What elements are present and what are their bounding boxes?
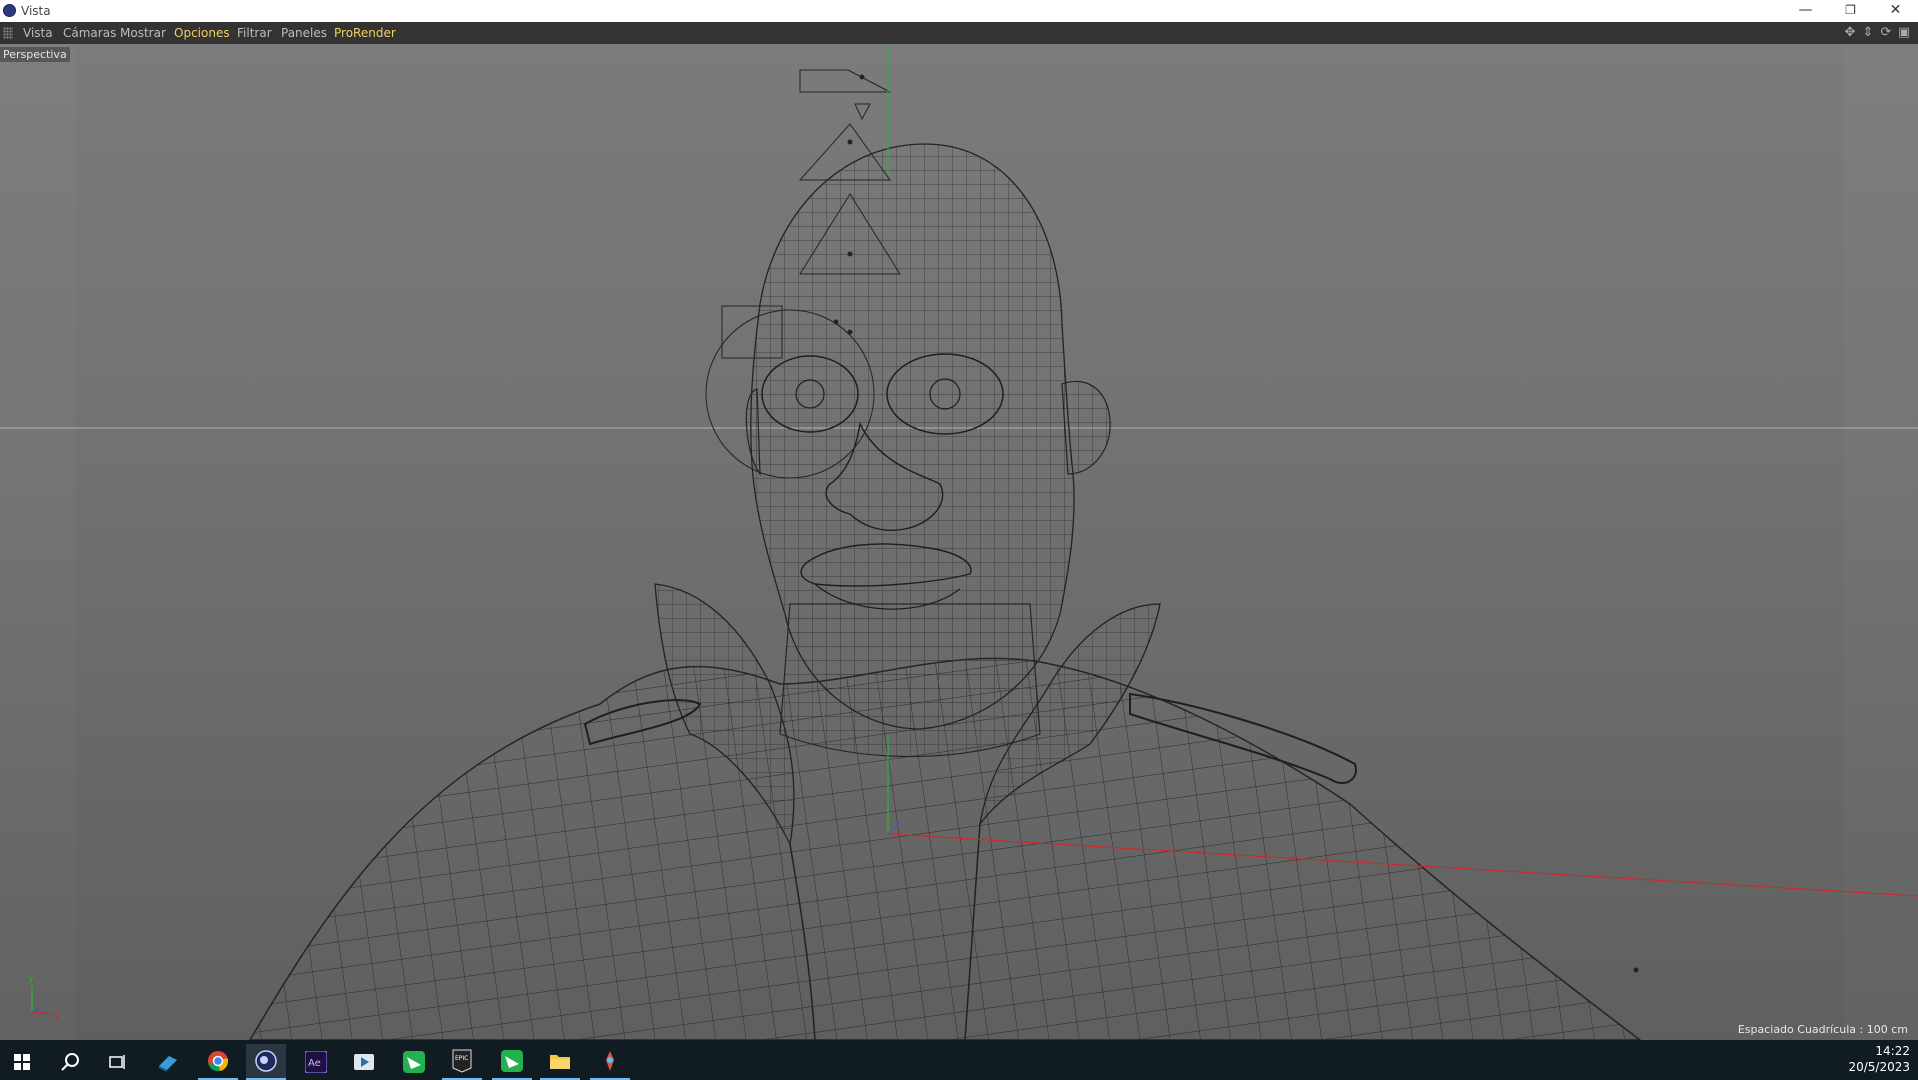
svg-text:EPIC: EPIC — [455, 1055, 468, 1062]
menu-filtrar[interactable]: Filtrar — [237, 26, 272, 40]
menu-vista[interactable]: Vista — [23, 26, 53, 40]
cinema4d-icon[interactable] — [246, 1044, 286, 1080]
wireframe-scene — [0, 44, 1918, 1040]
menu-mostrar[interactable]: Mostrar — [120, 26, 166, 40]
window-titlebar: Vista — ❐ ✕ — [0, 0, 1918, 22]
after-effects-icon[interactable]: Ae — [296, 1044, 336, 1080]
axis-x-label: X — [54, 1013, 60, 1023]
zoom-view-icon[interactable]: ⇕ — [1860, 25, 1876, 40]
media-player-icon[interactable] — [344, 1044, 384, 1080]
paint-icon[interactable] — [590, 1044, 630, 1080]
move-view-icon[interactable]: ✥ — [1842, 25, 1858, 40]
axis-y-label: Y — [27, 976, 34, 986]
menu-opciones[interactable]: Opciones — [174, 26, 230, 40]
epic-games-icon[interactable]: EPIC — [442, 1044, 482, 1080]
maximize-view-icon[interactable]: ▣ — [1896, 25, 1912, 40]
3d-viewport[interactable]: Perspectiva Y X Espaciado Cuadrícula : 1… — [0, 44, 1918, 1040]
camera-label[interactable]: Perspectiva — [0, 47, 70, 62]
viewport-menubar: Vista Cámaras Mostrar Opciones Filtrar P… — [0, 22, 1918, 44]
windows-taskbar: Ae EPIC 14:22 20/5/2023 — [0, 1040, 1918, 1080]
windows-start-icon[interactable] — [2, 1044, 42, 1080]
cinema4d-logo-icon — [3, 4, 16, 17]
green-app-icon[interactable] — [394, 1044, 434, 1080]
rotate-view-icon[interactable]: ⟳ — [1878, 25, 1894, 40]
menu-prorender[interactable]: ProRender — [334, 26, 396, 40]
system-clock[interactable]: 14:22 20/5/2023 — [1848, 1043, 1910, 1075]
menu-camaras[interactable]: Cámaras — [63, 26, 116, 40]
axis-indicator: Y X — [27, 976, 60, 1023]
restore-button[interactable]: ❐ — [1828, 0, 1873, 22]
close-button[interactable]: ✕ — [1873, 0, 1918, 22]
clock-date: 20/5/2023 — [1848, 1060, 1910, 1074]
green-app-icon-2[interactable] — [492, 1044, 532, 1080]
grid-spacing-label: Espaciado Cuadrícula : 100 cm — [1737, 1023, 1908, 1036]
chrome-icon[interactable] — [198, 1044, 238, 1080]
minimize-button[interactable]: — — [1783, 0, 1828, 22]
menu-paneles[interactable]: Paneles — [281, 26, 327, 40]
search-icon[interactable] — [50, 1044, 90, 1080]
clock-time: 14:22 — [1875, 1044, 1910, 1058]
file-explorer-icon[interactable] — [540, 1044, 580, 1080]
app-icon[interactable] — [148, 1044, 188, 1080]
task-view-icon[interactable] — [98, 1044, 138, 1080]
svg-text:Ae: Ae — [308, 1058, 321, 1069]
window-title: Vista — [21, 4, 51, 18]
head-mesh — [745, 143, 1111, 730]
panel-grip-icon[interactable] — [3, 27, 13, 39]
